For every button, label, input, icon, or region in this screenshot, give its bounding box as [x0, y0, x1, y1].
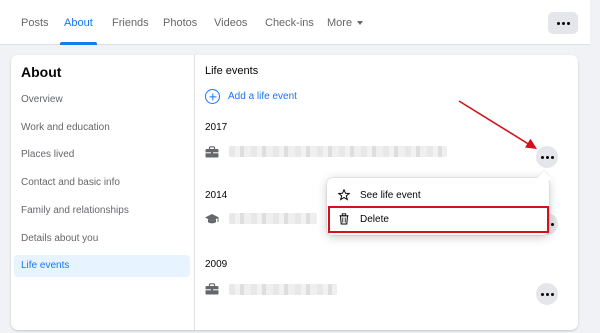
annotation-arrow — [458, 100, 537, 149]
